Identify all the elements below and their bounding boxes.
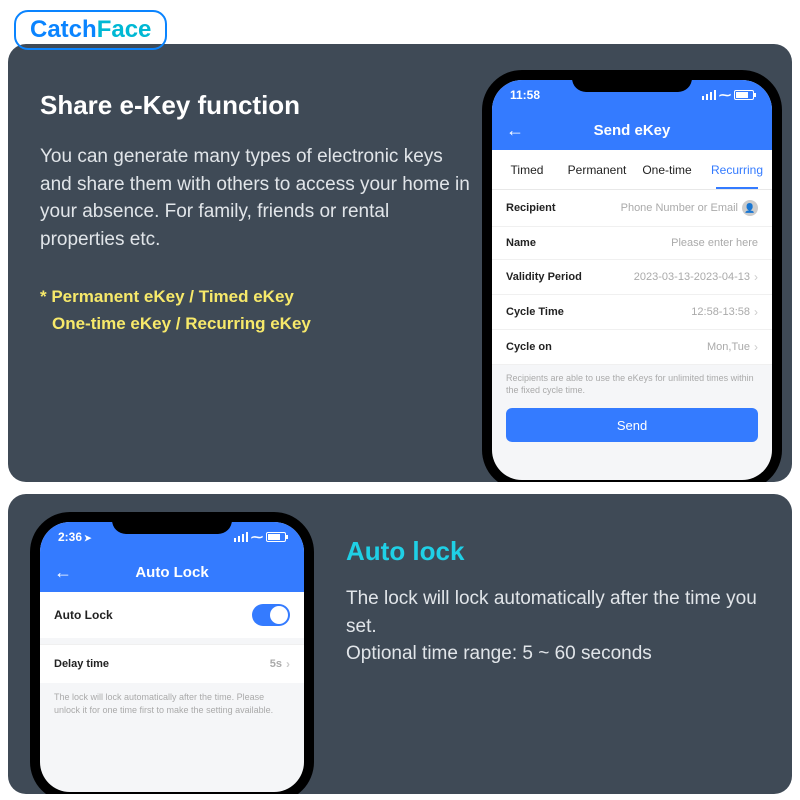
row-name[interactable]: Name Please enter here — [492, 227, 772, 260]
row-auto-lock: Auto Lock — [40, 592, 304, 638]
location-icon — [82, 530, 92, 544]
send-button[interactable]: Send — [506, 408, 758, 442]
cycle-on-label: Cycle on — [506, 341, 552, 353]
section1-heading: Share e-Key function — [40, 90, 472, 121]
contact-icon[interactable]: 👤 — [742, 200, 758, 216]
wifi-icon: ⁓ — [251, 530, 263, 544]
signal-icon — [702, 90, 716, 100]
cycle-time-value: 12:58-13:58 › — [691, 305, 758, 319]
back-arrow-icon[interactable]: ← — [506, 120, 524, 141]
auto-lock-label: Auto Lock — [54, 608, 113, 622]
recipient-label: Recipient — [506, 202, 556, 214]
section2-heading: Auto lock — [346, 536, 772, 567]
name-placeholder: Please enter here — [671, 237, 758, 249]
row-cycle-time[interactable]: Cycle Time 12:58-13:58 › — [492, 295, 772, 330]
phone-notch — [112, 512, 232, 534]
autolock-note: The lock will lock automatically after t… — [40, 683, 304, 724]
validity-label: Validity Period — [506, 271, 582, 283]
back-arrow-icon[interactable]: ← — [54, 562, 72, 583]
chevron-right-icon: › — [754, 270, 758, 284]
section1-highlight: * Permanent eKey / Timed eKey One-time e… — [40, 283, 472, 337]
row-validity[interactable]: Validity Period 2023-03-13-2023-04-13 › — [492, 260, 772, 295]
tab-onetime[interactable]: One-time — [632, 150, 702, 189]
screen-title: Auto Lock — [135, 564, 208, 581]
delay-value: 5s › — [270, 657, 290, 671]
phone-mockup-autolock: 2:36 ⁓ ← Auto Lock Auto Lock Delay time … — [30, 512, 314, 794]
highlight-line2: One-time eKey / Recurring eKey — [40, 310, 472, 337]
highlight-line1: * Permanent eKey / Timed eKey — [40, 283, 472, 310]
auto-lock-toggle[interactable] — [252, 604, 290, 626]
phone-screen: 11:58 ⁓ ← Send eKey Timed Permanent One-… — [492, 80, 772, 480]
app-header: ← Auto Lock — [40, 552, 304, 592]
tab-permanent[interactable]: Permanent — [562, 150, 632, 189]
row-cycle-on[interactable]: Cycle on Mon,Tue › — [492, 330, 772, 365]
cycle-time-label: Cycle Time — [506, 306, 564, 318]
tab-timed[interactable]: Timed — [492, 150, 562, 189]
brand-part2: Face — [97, 16, 152, 43]
recipient-placeholder: Phone Number or Email 👤 — [621, 200, 758, 216]
status-icons: ⁓ — [234, 530, 286, 544]
battery-icon — [734, 90, 754, 100]
section2-text: Auto lock The lock will lock automatical… — [340, 512, 772, 668]
chevron-right-icon: › — [754, 340, 758, 354]
section1-text: Share e-Key function You can generate ma… — [40, 74, 472, 338]
ekey-tabs: Timed Permanent One-time Recurring — [492, 150, 772, 190]
brand-part1: Catch — [30, 16, 97, 43]
phone-screen: 2:36 ⁓ ← Auto Lock Auto Lock Delay time … — [40, 522, 304, 792]
status-time: 2:36 — [58, 530, 92, 544]
status-icons: ⁓ — [702, 88, 754, 102]
section2-line2: Optional time range: 5 ~ 60 seconds — [346, 640, 772, 668]
section-auto-lock: 2:36 ⁓ ← Auto Lock Auto Lock Delay time … — [8, 494, 792, 794]
status-time: 11:58 — [510, 88, 540, 102]
phone-mockup-ekey: 11:58 ⁓ ← Send eKey Timed Permanent One-… — [482, 70, 782, 482]
section2-line1: The lock will lock automatically after t… — [346, 585, 772, 640]
section1-description: You can generate many types of electroni… — [40, 143, 472, 253]
wifi-icon: ⁓ — [719, 88, 731, 102]
delay-label: Delay time — [54, 658, 109, 670]
phone-notch — [572, 70, 692, 92]
brand-logo: CatchFace — [14, 10, 167, 50]
chevron-right-icon: › — [754, 305, 758, 319]
section-share-ekey: Share e-Key function You can generate ma… — [8, 44, 792, 482]
tab-recurring[interactable]: Recurring — [702, 150, 772, 189]
row-recipient[interactable]: Recipient Phone Number or Email 👤 — [492, 190, 772, 227]
screen-title: Send eKey — [594, 122, 671, 139]
name-label: Name — [506, 237, 536, 249]
battery-icon — [266, 532, 286, 542]
row-delay-time[interactable]: Delay time 5s › — [40, 644, 304, 683]
validity-value: 2023-03-13-2023-04-13 › — [634, 270, 758, 284]
ekey-note: Recipients are able to use the eKeys for… — [492, 365, 772, 404]
cycle-on-value: Mon,Tue › — [707, 340, 758, 354]
signal-icon — [234, 532, 248, 542]
chevron-right-icon: › — [286, 657, 290, 671]
app-header: ← Send eKey — [492, 110, 772, 150]
